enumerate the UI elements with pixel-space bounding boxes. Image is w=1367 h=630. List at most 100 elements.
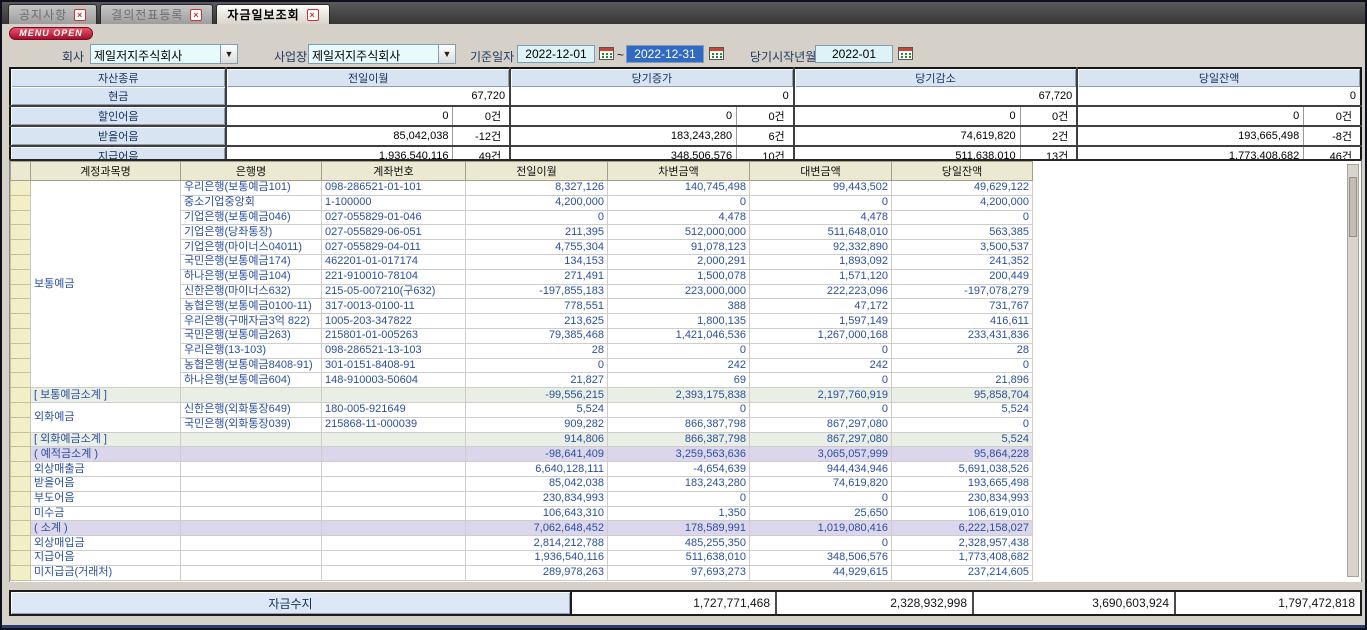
- bank-name-cell[interactable]: [181, 550, 322, 565]
- row-selector-cell[interactable]: [11, 181, 31, 196]
- grid-subtotal-row[interactable]: ( 소계 )7,062,648,452178,589,9911,019,080,…: [11, 521, 1033, 536]
- amount-cell-credit[interactable]: 1,571,120: [750, 269, 892, 284]
- bank-name-cell[interactable]: [181, 432, 322, 447]
- account-number-cell[interactable]: 148-910003-50604: [322, 373, 466, 388]
- bank-name-cell[interactable]: 기업은행(보통예금046): [181, 210, 322, 225]
- account-label-cell[interactable]: [ 보통예금소계 ]: [31, 388, 181, 403]
- amount-cell-credit[interactable]: 867,297,080: [750, 432, 892, 447]
- amount-cell-prev[interactable]: 21,827: [466, 373, 608, 388]
- amount-cell-bal[interactable]: 21,896: [892, 373, 1033, 388]
- tab-close-icon[interactable]: ×: [307, 9, 319, 21]
- amount-cell-debit[interactable]: 242: [608, 358, 750, 373]
- grid-row[interactable]: 보통예금우리은행(보통예금101)098-286521-01-1018,327,…: [11, 181, 1033, 196]
- row-selector-cell[interactable]: [11, 402, 31, 417]
- amount-cell-prev[interactable]: -98,641,409: [466, 447, 608, 462]
- amount-cell-debit[interactable]: 0: [608, 402, 750, 417]
- grid-account-row[interactable]: 미수금106,643,3101,35025,650106,619,010: [11, 506, 1033, 521]
- amount-cell-debit[interactable]: 485,255,350: [608, 536, 750, 551]
- grid-account-row[interactable]: 받을어음85,042,038183,243,28074,619,820193,6…: [11, 476, 1033, 491]
- amount-cell-bal[interactable]: 1,773,408,682: [892, 550, 1033, 565]
- account-number-cell[interactable]: [322, 536, 466, 551]
- bank-name-cell[interactable]: [181, 506, 322, 521]
- amount-cell-bal[interactable]: 237,214,605: [892, 565, 1033, 580]
- amount-cell-credit[interactable]: 44,929,615: [750, 565, 892, 580]
- account-number-cell[interactable]: [322, 550, 466, 565]
- tab-notice[interactable]: 공지사항 ×: [8, 4, 97, 24]
- amount-cell-bal[interactable]: 3,500,537: [892, 240, 1033, 255]
- amount-cell-bal[interactable]: 563,385: [892, 225, 1033, 240]
- amount-cell-prev[interactable]: 7,062,648,452: [466, 521, 608, 536]
- amount-cell-bal[interactable]: 241,352: [892, 254, 1033, 269]
- bank-name-cell[interactable]: 우리은행(보통예금101): [181, 181, 322, 196]
- menu-open-button[interactable]: MENU OPEN: [9, 27, 93, 40]
- amount-cell-prev[interactable]: 8,327,126: [466, 181, 608, 196]
- row-selector-cell[interactable]: [11, 343, 31, 358]
- row-selector-cell[interactable]: [11, 284, 31, 299]
- amount-cell-credit[interactable]: 4,478: [750, 210, 892, 225]
- bank-name-cell[interactable]: [181, 462, 322, 477]
- amount-cell-credit[interactable]: 2,197,760,919: [750, 388, 892, 403]
- amount-cell-credit[interactable]: 867,297,080: [750, 417, 892, 432]
- amount-cell-prev[interactable]: 289,978,263: [466, 565, 608, 580]
- amount-cell-debit[interactable]: 1,500,078: [608, 269, 750, 284]
- amount-cell-debit[interactable]: 512,000,000: [608, 225, 750, 240]
- account-number-cell[interactable]: 317-0013-0100-11: [322, 299, 466, 314]
- tab-close-icon[interactable]: ×: [190, 9, 202, 21]
- amount-cell-debit[interactable]: 2,393,175,838: [608, 388, 750, 403]
- row-selector-cell[interactable]: [11, 506, 31, 521]
- row-selector-cell[interactable]: [11, 225, 31, 240]
- account-number-cell[interactable]: [322, 565, 466, 580]
- grid-account-row[interactable]: 부도어음230,834,99300230,834,993: [11, 491, 1033, 506]
- amount-cell-bal[interactable]: 95,858,704: [892, 388, 1033, 403]
- row-selector-cell[interactable]: [11, 432, 31, 447]
- row-selector-cell[interactable]: [11, 565, 31, 580]
- amount-cell-debit[interactable]: 223,000,000: [608, 284, 750, 299]
- row-selector-cell[interactable]: [11, 417, 31, 432]
- amount-cell-debit[interactable]: -4,654,639: [608, 462, 750, 477]
- row-selector-cell[interactable]: [11, 328, 31, 343]
- bank-name-cell[interactable]: [181, 521, 322, 536]
- amount-cell-debit[interactable]: 3,259,563,636: [608, 447, 750, 462]
- grid-account-row[interactable]: 외상매입금2,814,212,788485,255,35002,328,957,…: [11, 536, 1033, 551]
- account-number-cell[interactable]: 462201-01-017174: [322, 254, 466, 269]
- amount-cell-credit[interactable]: 1,597,149: [750, 314, 892, 329]
- row-selector-cell[interactable]: [11, 195, 31, 210]
- account-number-cell[interactable]: 215801-01-005263: [322, 328, 466, 343]
- amount-cell-credit[interactable]: 3,065,057,999: [750, 447, 892, 462]
- row-selector-cell[interactable]: [11, 373, 31, 388]
- account-label-cell[interactable]: ( 소계 ): [31, 521, 181, 536]
- amount-cell-prev[interactable]: 5,524: [466, 402, 608, 417]
- row-selector-cell[interactable]: [11, 447, 31, 462]
- amount-cell-bal[interactable]: 28: [892, 343, 1033, 358]
- amount-cell-bal[interactable]: 193,665,498: [892, 476, 1033, 491]
- row-selector-cell[interactable]: [11, 476, 31, 491]
- account-number-cell[interactable]: 180-005-921649: [322, 402, 466, 417]
- calendar-icon[interactable]: [898, 46, 913, 61]
- amount-cell-bal[interactable]: 0: [892, 417, 1033, 432]
- bank-name-cell[interactable]: 농협은행(보통예금0100-11): [181, 299, 322, 314]
- amount-cell-debit[interactable]: 178,589,991: [608, 521, 750, 536]
- amount-cell-credit[interactable]: 0: [750, 536, 892, 551]
- amount-cell-prev[interactable]: 909,282: [466, 417, 608, 432]
- row-selector-cell[interactable]: [11, 491, 31, 506]
- scrollbar-thumb[interactable]: [1349, 177, 1357, 237]
- bank-name-cell[interactable]: 신한은행(외화통장649): [181, 402, 322, 417]
- amount-cell-prev[interactable]: 2,814,212,788: [466, 536, 608, 551]
- amount-cell-credit[interactable]: 99,443,502: [750, 181, 892, 196]
- row-selector-cell[interactable]: [11, 314, 31, 329]
- account-number-cell[interactable]: [322, 476, 466, 491]
- account-number-cell[interactable]: 1005-203-347822: [322, 314, 466, 329]
- amount-cell-prev[interactable]: 0: [466, 210, 608, 225]
- date-from-input[interactable]: 2022-12-01: [517, 45, 595, 63]
- amount-cell-debit[interactable]: 1,421,046,536: [608, 328, 750, 343]
- account-number-cell[interactable]: 098-286521-01-101: [322, 181, 466, 196]
- row-selector-cell[interactable]: [11, 240, 31, 255]
- amount-cell-credit[interactable]: 0: [750, 491, 892, 506]
- amount-cell-prev[interactable]: 85,042,038: [466, 476, 608, 491]
- bank-name-cell[interactable]: 하나은행(보통예금104): [181, 269, 322, 284]
- site-select[interactable]: 제일저지주식회사 ▼: [308, 44, 456, 64]
- amount-cell-prev[interactable]: 1,936,540,116: [466, 550, 608, 565]
- grid-subtotal-row[interactable]: [ 보통예금소계 ]-99,556,2152,393,175,8382,197,…: [11, 388, 1033, 403]
- amount-cell-bal[interactable]: 5,524: [892, 432, 1033, 447]
- amount-cell-credit[interactable]: 348,506,576: [750, 550, 892, 565]
